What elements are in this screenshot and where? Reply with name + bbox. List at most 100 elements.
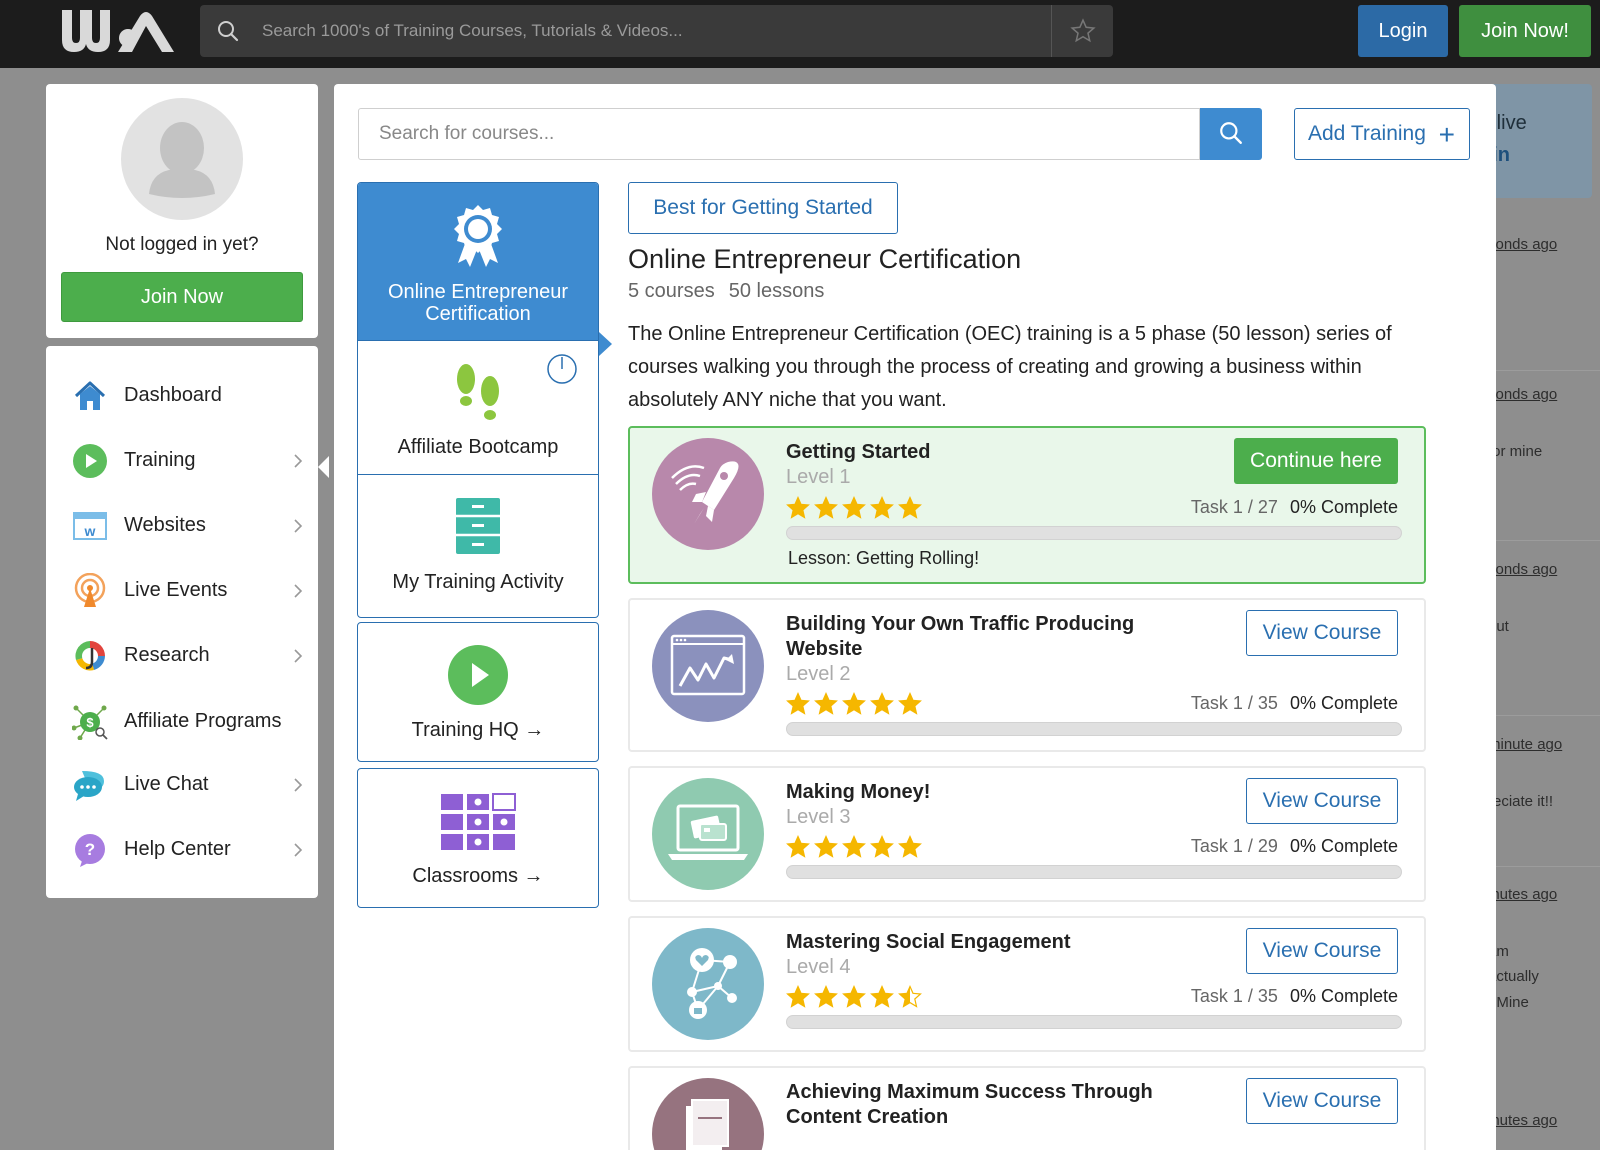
background-live-banner: e live gin xyxy=(1480,84,1592,198)
feed-timestamp: inutes ago xyxy=(1488,886,1558,903)
sidebar-item-training[interactable]: Training xyxy=(46,431,318,491)
feed-divider xyxy=(1480,540,1600,541)
sidebar-item-help-center[interactable]: ? Help Center xyxy=(46,820,318,880)
search-icon xyxy=(1220,121,1242,144)
course-rating xyxy=(786,835,926,859)
chevron-right-icon xyxy=(294,649,303,663)
favorite-toggle[interactable] xyxy=(1051,5,1113,57)
research-icon xyxy=(75,641,105,671)
course-rating xyxy=(786,692,926,716)
percent-complete: 0% Complete xyxy=(1289,836,1398,856)
category-label: Affiliate Bootcamp xyxy=(397,436,559,458)
documents-icon xyxy=(652,1078,764,1150)
category-affiliate-bootcamp[interactable]: Affiliate Bootcamp xyxy=(358,341,598,474)
sidebar-item-label: Help Center xyxy=(124,838,231,860)
category-label: My Training Activity xyxy=(392,571,564,593)
join-now-button[interactable]: Join Now xyxy=(61,272,303,322)
question-bubble-icon: ? xyxy=(75,834,105,867)
view-course-button[interactable]: View Course xyxy=(1246,610,1398,656)
category-label: Training HQ → xyxy=(411,719,545,741)
sidebar-item-dashboard[interactable]: Dashboard xyxy=(46,366,318,426)
star-icon xyxy=(786,692,810,715)
feed-divider xyxy=(1480,370,1600,371)
course-card-social-engagement[interactable]: Mastering Social Engagement Level 4 Task… xyxy=(628,916,1426,1052)
course-search-button[interactable] xyxy=(1200,108,1262,160)
task-count: Task 1 / 29 xyxy=(1190,836,1278,856)
login-button[interactable]: Login xyxy=(1358,5,1448,57)
task-count: Task 1 / 35 xyxy=(1190,693,1278,713)
category-online-entrepreneur-certification[interactable]: Online Entrepreneur Certification xyxy=(358,183,598,340)
task-count: Task 1 / 27 xyxy=(1190,497,1278,517)
join-now-top-button[interactable]: Join Now! xyxy=(1459,5,1591,57)
course-search-input[interactable] xyxy=(358,108,1200,160)
search-icon xyxy=(218,21,239,42)
category-my-training-activity[interactable]: My Training Activity xyxy=(358,475,598,617)
star-icon xyxy=(842,496,866,519)
sidebar-item-affiliate-programs[interactable]: $ Affiliate Programs xyxy=(46,692,318,752)
global-search xyxy=(200,5,1113,57)
sidebar-item-live-chat[interactable]: Live Chat xyxy=(46,755,318,815)
course-level: Level 2 xyxy=(786,663,851,685)
rocket-icon xyxy=(652,438,764,550)
star-icon xyxy=(870,496,894,519)
sidebar-item-label: Live Chat xyxy=(124,773,209,795)
chevron-right-icon xyxy=(294,843,303,857)
sidebar-nav: Dashboard Training w Websites Live Event… xyxy=(46,346,318,898)
view-course-button[interactable]: View Course xyxy=(1246,928,1398,974)
view-course-button[interactable]: View Course xyxy=(1246,778,1398,824)
course-progress-bar xyxy=(786,722,1402,736)
feed-divider xyxy=(1480,866,1600,867)
nav-active-pointer xyxy=(318,456,329,478)
star-icon xyxy=(814,692,838,715)
course-card-getting-started[interactable]: Getting Started Level 1 Task 1 / 27 0% Co… xyxy=(628,426,1426,584)
sidebar-item-websites[interactable]: w Websites xyxy=(46,496,318,556)
star-outline-icon xyxy=(1070,18,1096,43)
classroom-grid-icon xyxy=(441,793,516,850)
course-title: Achieving Maximum Success Through Conten… xyxy=(786,1081,1153,1128)
course-task-progress: Task 1 / 29 0% Complete xyxy=(1191,836,1398,857)
sidebar-item-live-events[interactable]: Live Events xyxy=(46,561,318,621)
course-card-content-creation[interactable]: Achieving Maximum Success Through Conten… xyxy=(628,1066,1426,1150)
continue-here-button[interactable]: Continue here xyxy=(1234,438,1398,484)
lesson-count: 50 lessons xyxy=(728,280,825,302)
course-progress-bar xyxy=(786,865,1402,879)
sidebar-item-research[interactable]: Research xyxy=(46,626,318,686)
sidebar-item-label: Affiliate Programs xyxy=(124,710,282,732)
percent-complete: 0% Complete xyxy=(1289,693,1398,713)
course-title: Mastering Social Engagement xyxy=(786,931,1071,953)
laptop-card-icon xyxy=(652,778,764,890)
global-search-input[interactable] xyxy=(262,5,1042,57)
star-icon xyxy=(842,835,866,858)
wa-logo[interactable] xyxy=(58,6,176,56)
course-task-progress: Task 1 / 35 0% Complete xyxy=(1191,986,1398,1007)
chat-bubbles-icon xyxy=(74,771,104,801)
course-rating xyxy=(786,496,926,520)
star-icon xyxy=(786,985,810,1008)
feed-timestamp: conds ago xyxy=(1488,386,1558,403)
star-icon xyxy=(814,985,838,1008)
category-classrooms[interactable]: Classrooms → xyxy=(357,768,599,908)
sidebar-item-label: Research xyxy=(124,644,210,666)
star-icon xyxy=(870,835,894,858)
category-training-hq[interactable]: Training HQ → xyxy=(357,622,599,762)
star-icon xyxy=(786,496,810,519)
svg-text:$: $ xyxy=(86,715,94,730)
course-level: Level 4 xyxy=(786,956,851,978)
course-count: 5 courses xyxy=(628,280,715,302)
percent-complete: 0% Complete xyxy=(1289,986,1398,1006)
percent-complete: 0% Complete xyxy=(1289,497,1398,517)
play-circle-icon xyxy=(73,444,107,478)
best-for-getting-started-button[interactable]: Best for Getting Started xyxy=(628,182,898,234)
feed-timestamp: conds ago xyxy=(1488,236,1558,253)
course-task-progress: Task 1 / 35 0% Complete xyxy=(1191,693,1398,714)
add-training-button[interactable]: Add Training + xyxy=(1294,108,1470,160)
sidebar-item-label: Websites xyxy=(124,514,206,536)
course-card-making-money[interactable]: Making Money! Level 3 Task 1 / 29 0% Comp… xyxy=(628,766,1426,902)
avatar xyxy=(121,98,243,220)
house-icon xyxy=(74,381,106,410)
course-progress-bar xyxy=(786,1015,1402,1029)
svg-text:?: ? xyxy=(85,840,95,859)
course-card-traffic-website[interactable]: Building Your Own Traffic Producing Webs… xyxy=(628,598,1426,752)
view-course-button[interactable]: View Course xyxy=(1246,1078,1398,1124)
star-icon xyxy=(898,985,922,1008)
